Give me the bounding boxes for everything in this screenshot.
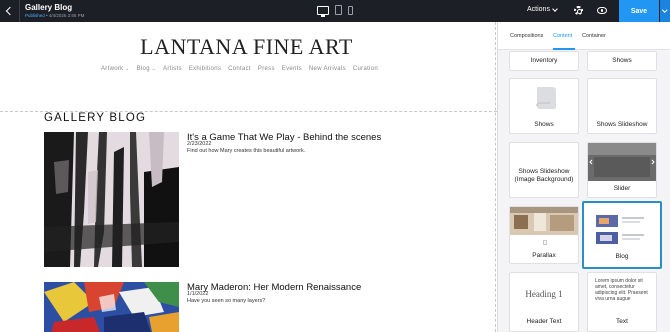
tile-slider[interactable]: Slider: [587, 142, 657, 198]
tile-shows-slideshow-image-background[interactable]: Shows Slideshow (Image Background): [509, 142, 579, 198]
active-tab-indicator: [553, 48, 575, 50]
editor-canvas: LANTANA FINE ART Artwork Blog Artists Ex…: [0, 22, 497, 332]
site-nav: Artwork Blog Artists Exhibitions Contact…: [101, 66, 378, 72]
actions-label: Actions: [527, 6, 550, 13]
gear-icon[interactable]: [574, 6, 583, 15]
tile-parallax[interactable]: Parallax: [509, 206, 579, 264]
site-brand[interactable]: LANTANA FINE ART: [0, 34, 493, 60]
parallax-preview: [510, 207, 578, 235]
post-title[interactable]: Mary Maderon: Her Modern Renaissance: [187, 282, 361, 293]
tile-label: Inventory: [530, 57, 558, 64]
lorem-sample: Lorem ipsum dolor sit amet, consectetur …: [595, 278, 648, 302]
nav-item-new-arrivals[interactable]: New Arrivals: [309, 66, 346, 72]
tile-shows[interactable]: Shows: [587, 51, 657, 71]
blog-heading: GALLERY BLOG: [44, 112, 147, 124]
chevron-down-icon: [662, 7, 668, 13]
canvas-guide: [495, 22, 496, 332]
tile-label: Header Text: [526, 318, 562, 325]
tile-inventory[interactable]: Inventory: [509, 51, 579, 71]
tile-shows[interactable]: Shows: [509, 78, 579, 134]
post-date: 2/23/2022: [187, 141, 212, 147]
nav-item-press[interactable]: Press: [258, 66, 275, 72]
nav-item-events[interactable]: Events: [282, 66, 302, 72]
tablet-icon[interactable]: [335, 5, 342, 15]
tab-compositions[interactable]: Compositions: [510, 33, 543, 39]
post-date: 1/1/2022: [187, 291, 209, 297]
tile-blog[interactable]: Blog: [582, 201, 662, 269]
status-date: • 4/4/2025 2:55 PM: [46, 13, 85, 18]
post-description: Find out how Mary creates this beautiful…: [187, 148, 306, 154]
chevron-down-icon: [552, 5, 558, 12]
tile-label: Shows Slideshow (Image Background): [514, 168, 574, 183]
post-image[interactable]: [44, 132, 179, 267]
status-badge: Published: [25, 13, 45, 18]
nav-item-curation[interactable]: Curation: [353, 66, 378, 72]
post-title[interactable]: It's a Game That We Play - Behind the sc…: [187, 132, 381, 143]
phone-icon[interactable]: [348, 5, 353, 15]
nav-item-contact[interactable]: Contact: [228, 66, 251, 72]
scroll-icon: [536, 87, 556, 109]
post-description: Have you seen so many layers?: [187, 298, 266, 304]
top-toolbar: Gallery Blog Published • 4/4/2025 2:55 P…: [0, 0, 670, 22]
tile-label: Shows Slideshow: [596, 121, 648, 128]
heading-sample: Heading 1: [525, 289, 563, 299]
tile-text[interactable]: Lorem ipsum dolor sit amet, consectetur …: [587, 272, 657, 332]
tile-label: Parallax: [532, 252, 556, 259]
back-arrow-icon[interactable]: [2, 0, 18, 22]
nav-item-blog[interactable]: Blog: [137, 66, 156, 72]
content-panel: Compositions Content Container Inventory…: [497, 22, 670, 332]
tile-label: Blog: [615, 253, 629, 260]
save-options-button[interactable]: [660, 0, 670, 22]
nav-item-exhibitions[interactable]: Exhibitions: [189, 66, 221, 72]
tile-label: Slider: [613, 185, 631, 192]
tile-shows-slideshow[interactable]: Shows Slideshow: [587, 78, 657, 134]
tab-container[interactable]: Container: [582, 33, 606, 39]
divider: [19, 0, 20, 22]
tile-header-text[interactable]: Heading 1 Header Text: [509, 272, 579, 332]
slider-preview: [588, 143, 656, 181]
tile-label: Shows: [612, 57, 632, 64]
tile-label: Shows: [534, 121, 554, 128]
panel-tabs: Compositions Content Container: [498, 22, 670, 50]
eye-icon[interactable]: [597, 7, 607, 14]
nav-item-artists[interactable]: Artists: [163, 66, 182, 72]
nav-item-artwork[interactable]: Artwork: [101, 66, 130, 72]
desktop-icon[interactable]: [317, 5, 329, 17]
publish-status: Published • 4/4/2025 2:55 PM: [25, 13, 84, 18]
device-switcher: [317, 5, 353, 17]
tile-label: Text: [616, 318, 628, 325]
image-placeholder-icon: [543, 240, 547, 245]
page-title: Gallery Blog: [25, 3, 73, 12]
post-image[interactable]: [44, 282, 179, 332]
blog-preview: [596, 215, 644, 244]
tab-content[interactable]: Content: [553, 33, 572, 39]
save-button[interactable]: Save: [619, 0, 659, 22]
actions-menu-button[interactable]: Actions: [527, 5, 558, 13]
